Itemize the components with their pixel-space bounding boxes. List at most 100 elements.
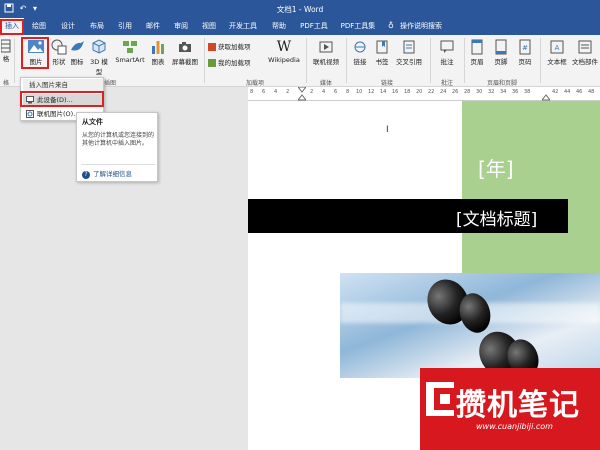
- tab-help[interactable]: 帮助: [266, 18, 292, 35]
- cross-reference-button[interactable]: 交叉引用: [392, 38, 426, 66]
- group-label-comments: 批注: [440, 80, 453, 87]
- ruler-number: 6: [334, 89, 338, 95]
- get-addins-button[interactable]: 获取加载项: [208, 41, 268, 51]
- menu-header: 插入图片来自: [23, 79, 103, 91]
- header-button[interactable]: 页眉: [466, 38, 488, 66]
- ruler-number: 44: [564, 89, 571, 95]
- svg-text:A: A: [555, 44, 560, 52]
- chart-button[interactable]: 图表: [148, 38, 168, 66]
- comment-icon: [440, 40, 454, 53]
- title-bar-block: [文档标题]: [248, 199, 568, 233]
- cross-reference-icon: [403, 40, 415, 54]
- cube-icon: [92, 39, 106, 54]
- insert-tab-highlight: [0, 19, 24, 35]
- icons-button[interactable]: 图标: [68, 38, 86, 66]
- ruler-number: 6: [262, 89, 266, 95]
- help-icon: ?: [82, 171, 90, 179]
- shapes-button[interactable]: 形状: [50, 38, 68, 66]
- bookmark-button[interactable]: 书签: [372, 38, 392, 66]
- footer-button[interactable]: 页脚: [490, 38, 512, 66]
- tooltip-body: 从您的计算机或您连接到的其他计算机中插入图片。: [82, 132, 155, 147]
- tab-design[interactable]: 设计: [54, 18, 82, 35]
- link-icon: [354, 41, 366, 53]
- bar-chart-icon: [152, 41, 164, 54]
- wikipedia-button[interactable]: W Wikipedia: [264, 38, 304, 64]
- tell-me-search[interactable]: 操作说明搜索: [400, 18, 442, 35]
- ruler-number: 22: [428, 89, 435, 95]
- svg-text:#: #: [522, 44, 528, 52]
- my-addins-button[interactable]: 我的加载项: [208, 57, 268, 67]
- video-icon: [319, 41, 333, 53]
- comment-button[interactable]: 批注: [432, 38, 462, 66]
- ruler-number: 2: [286, 89, 290, 95]
- tab-references[interactable]: 引用: [112, 18, 138, 35]
- tab-pdf-toolset[interactable]: PDF工具集: [336, 18, 380, 35]
- camera-icon: [179, 42, 191, 52]
- divider: [540, 38, 541, 83]
- ruler-number: 10: [356, 89, 363, 95]
- ruler-number: 8: [250, 89, 254, 95]
- watermark-text: 攒机笔记: [456, 388, 580, 423]
- ruler-number: 14: [380, 89, 387, 95]
- quick-parts-icon: [578, 40, 592, 54]
- ruler-number: 4: [274, 89, 278, 95]
- tab-pdf-tools[interactable]: PDF工具: [296, 18, 332, 35]
- tab-draw[interactable]: 绘图: [26, 18, 52, 35]
- divider: [346, 38, 347, 83]
- watermark-url: www.cuanjibiji.com: [476, 422, 553, 431]
- ruler-number: 24: [440, 89, 447, 95]
- text-cursor: I: [386, 125, 389, 135]
- ruler-number: 38: [524, 89, 531, 95]
- divider: [14, 38, 15, 83]
- page-number-icon: #: [519, 39, 531, 55]
- year-placeholder[interactable]: [年]: [478, 153, 514, 182]
- group-label-media: 媒体: [319, 80, 332, 87]
- footer-icon: [495, 39, 507, 55]
- ribbon-tabs: 插入 绘图 设计 布局 引用 邮件 审阅 视图 开发工具 帮助 PDF工具 PD…: [0, 18, 600, 35]
- horizontal-ruler[interactable]: 8 6 4 2 2 4 6 8 10 12 14 16 18 20 22 24 …: [248, 86, 600, 101]
- ruler-number: 36: [512, 89, 519, 95]
- ruler-number: 18: [404, 89, 411, 95]
- tab-view[interactable]: 视图: [196, 18, 222, 35]
- learn-more-link[interactable]: ? 了解详细信息: [82, 168, 132, 179]
- tab-developer[interactable]: 开发工具: [224, 18, 262, 35]
- textbox-icon: A: [550, 40, 564, 54]
- document-title-placeholder[interactable]: [文档标题]: [456, 205, 537, 230]
- screenshot-button[interactable]: 屏幕截图: [170, 38, 200, 66]
- tab-review[interactable]: 审阅: [168, 18, 194, 35]
- group-label-tables: 格: [2, 80, 9, 87]
- tooltip-title: 从文件: [82, 118, 103, 126]
- wikipedia-icon: W: [276, 39, 292, 55]
- link-button[interactable]: 链接: [348, 38, 372, 66]
- cover-photo[interactable]: [340, 273, 600, 378]
- online-video-button[interactable]: 联机视频: [308, 38, 344, 66]
- ruler-number: 30: [476, 89, 483, 95]
- divider: [204, 38, 205, 83]
- divider: [81, 164, 155, 165]
- cover-green-block: [年]: [462, 101, 600, 276]
- textbox-button[interactable]: A 文本框: [544, 38, 570, 66]
- store-icon: [208, 43, 216, 51]
- bookmark-icon: [376, 40, 388, 54]
- watermark-logo-icon: [426, 382, 454, 416]
- ruler-number: 28: [464, 89, 471, 95]
- tab-layout[interactable]: 布局: [84, 18, 110, 35]
- group-label-header-footer: 页眉和页脚: [486, 80, 517, 87]
- smartart-button[interactable]: SmartArt: [114, 38, 146, 64]
- group-label-links: 链接: [380, 80, 393, 87]
- ruler-number: 4: [322, 89, 326, 95]
- shapes-icon: [51, 39, 67, 55]
- pictures-highlight: [21, 37, 49, 69]
- divider: [464, 38, 465, 83]
- online-picture-icon: [26, 110, 34, 118]
- ruler-number: 12: [368, 89, 375, 95]
- tab-mailings[interactable]: 邮件: [140, 18, 166, 35]
- this-device-highlight: [20, 91, 104, 107]
- ruler-number: 46: [576, 89, 583, 95]
- ruler-number: 34: [500, 89, 507, 95]
- 3d-models-button[interactable]: 3D 模型: [88, 38, 110, 76]
- lightbulb-icon: ♁: [388, 21, 394, 30]
- quick-parts-button[interactable]: 文档部件: [570, 38, 600, 66]
- page-number-button[interactable]: # 页码: [514, 38, 536, 66]
- partial-table-button[interactable]: 格: [0, 39, 12, 63]
